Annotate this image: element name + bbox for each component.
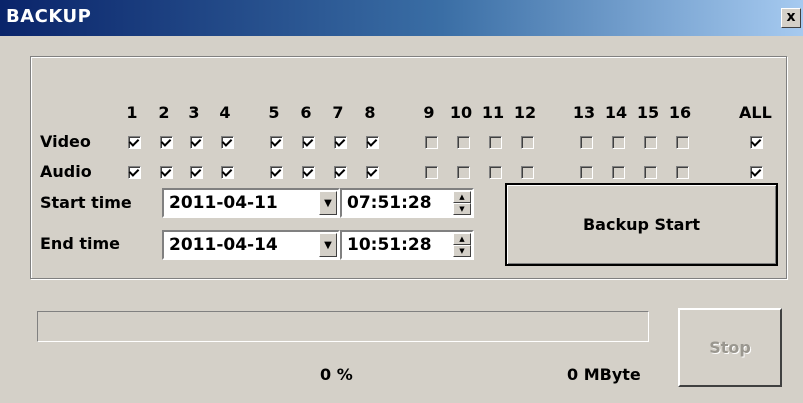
- end-time-value: 10:51:28: [347, 235, 432, 255]
- stop-button[interactable]: Stop: [678, 308, 782, 387]
- video-checkbox[interactable]: [489, 136, 502, 149]
- channel-header: 3: [188, 103, 200, 122]
- end-date-select[interactable]: 2011-04-14 ▼: [162, 230, 340, 260]
- audio-checkbox[interactable]: [128, 166, 141, 179]
- video-checkbox[interactable]: [644, 136, 657, 149]
- audio-checkbox[interactable]: [302, 166, 315, 179]
- start-date-select[interactable]: 2011-04-11 ▼: [162, 188, 340, 218]
- video-checkbox[interactable]: [425, 136, 438, 149]
- audio-checkbox[interactable]: [676, 166, 689, 179]
- audio-checkbox[interactable]: [334, 166, 347, 179]
- progress-percent: 0 %: [320, 365, 353, 384]
- channel-header: 13: [572, 103, 596, 122]
- channel-header: 7: [332, 103, 344, 122]
- channel-header: 12: [513, 103, 537, 122]
- video-checkbox[interactable]: [366, 136, 379, 149]
- video-row-label: Video: [40, 132, 91, 151]
- video-checkbox[interactable]: [128, 136, 141, 149]
- audio-checkbox[interactable]: [425, 166, 438, 179]
- audio-checkbox[interactable]: [521, 166, 534, 179]
- audio-checkbox[interactable]: [750, 166, 763, 179]
- channel-header: 5: [268, 103, 280, 122]
- audio-checkbox[interactable]: [221, 166, 234, 179]
- close-button[interactable]: x: [781, 8, 801, 28]
- progress-size: 0 MByte: [567, 365, 641, 384]
- chevron-down-icon[interactable]: ▼: [319, 233, 337, 257]
- channel-header: 16: [668, 103, 692, 122]
- video-checkbox[interactable]: [190, 136, 203, 149]
- spin-arrows-icon[interactable]: ▲ ▼: [453, 191, 471, 215]
- audio-checkbox[interactable]: [270, 166, 283, 179]
- channel-header: 14: [604, 103, 628, 122]
- video-checkbox[interactable]: [302, 136, 315, 149]
- video-checkbox[interactable]: [160, 136, 173, 149]
- channel-header: 4: [219, 103, 231, 122]
- end-time-label: End time: [40, 234, 120, 253]
- window-title: BACKUP: [6, 6, 92, 27]
- video-checkbox[interactable]: [750, 136, 763, 149]
- channel-header: 2: [158, 103, 170, 122]
- audio-checkbox[interactable]: [580, 166, 593, 179]
- video-checkbox[interactable]: [221, 136, 234, 149]
- video-checkbox[interactable]: [334, 136, 347, 149]
- backup-start-button[interactable]: Backup Start: [505, 183, 778, 266]
- audio-row-label: Audio: [40, 162, 92, 181]
- audio-checkbox[interactable]: [366, 166, 379, 179]
- audio-checkbox[interactable]: [160, 166, 173, 179]
- start-time-value: 07:51:28: [347, 193, 432, 213]
- video-checkbox[interactable]: [270, 136, 283, 149]
- channel-header: ALL: [739, 103, 772, 122]
- video-checkbox[interactable]: [580, 136, 593, 149]
- audio-checkbox[interactable]: [190, 166, 203, 179]
- end-date-value: 2011-04-14: [169, 235, 278, 255]
- audio-checkbox[interactable]: [457, 166, 470, 179]
- audio-checkbox[interactable]: [612, 166, 625, 179]
- channel-header: 11: [481, 103, 505, 122]
- title-bar: BACKUP x: [0, 0, 803, 36]
- close-icon: x: [786, 9, 796, 25]
- audio-checkbox[interactable]: [644, 166, 657, 179]
- channel-header: 10: [449, 103, 473, 122]
- audio-checkbox[interactable]: [489, 166, 502, 179]
- progress-bar: [37, 311, 649, 342]
- start-time-label: Start time: [40, 193, 132, 212]
- channel-header: 15: [636, 103, 660, 122]
- video-checkbox[interactable]: [612, 136, 625, 149]
- end-time-spinner[interactable]: 10:51:28 ▲ ▼: [340, 230, 474, 260]
- channel-header: 8: [364, 103, 376, 122]
- channel-header: 1: [126, 103, 138, 122]
- video-checkbox[interactable]: [521, 136, 534, 149]
- video-checkbox[interactable]: [457, 136, 470, 149]
- channel-header: 6: [300, 103, 312, 122]
- start-time-spinner[interactable]: 07:51:28 ▲ ▼: [340, 188, 474, 218]
- spin-arrows-icon[interactable]: ▲ ▼: [453, 233, 471, 257]
- chevron-down-icon[interactable]: ▼: [319, 191, 337, 215]
- video-checkbox[interactable]: [676, 136, 689, 149]
- channel-header: 9: [423, 103, 435, 122]
- start-date-value: 2011-04-11: [169, 193, 278, 213]
